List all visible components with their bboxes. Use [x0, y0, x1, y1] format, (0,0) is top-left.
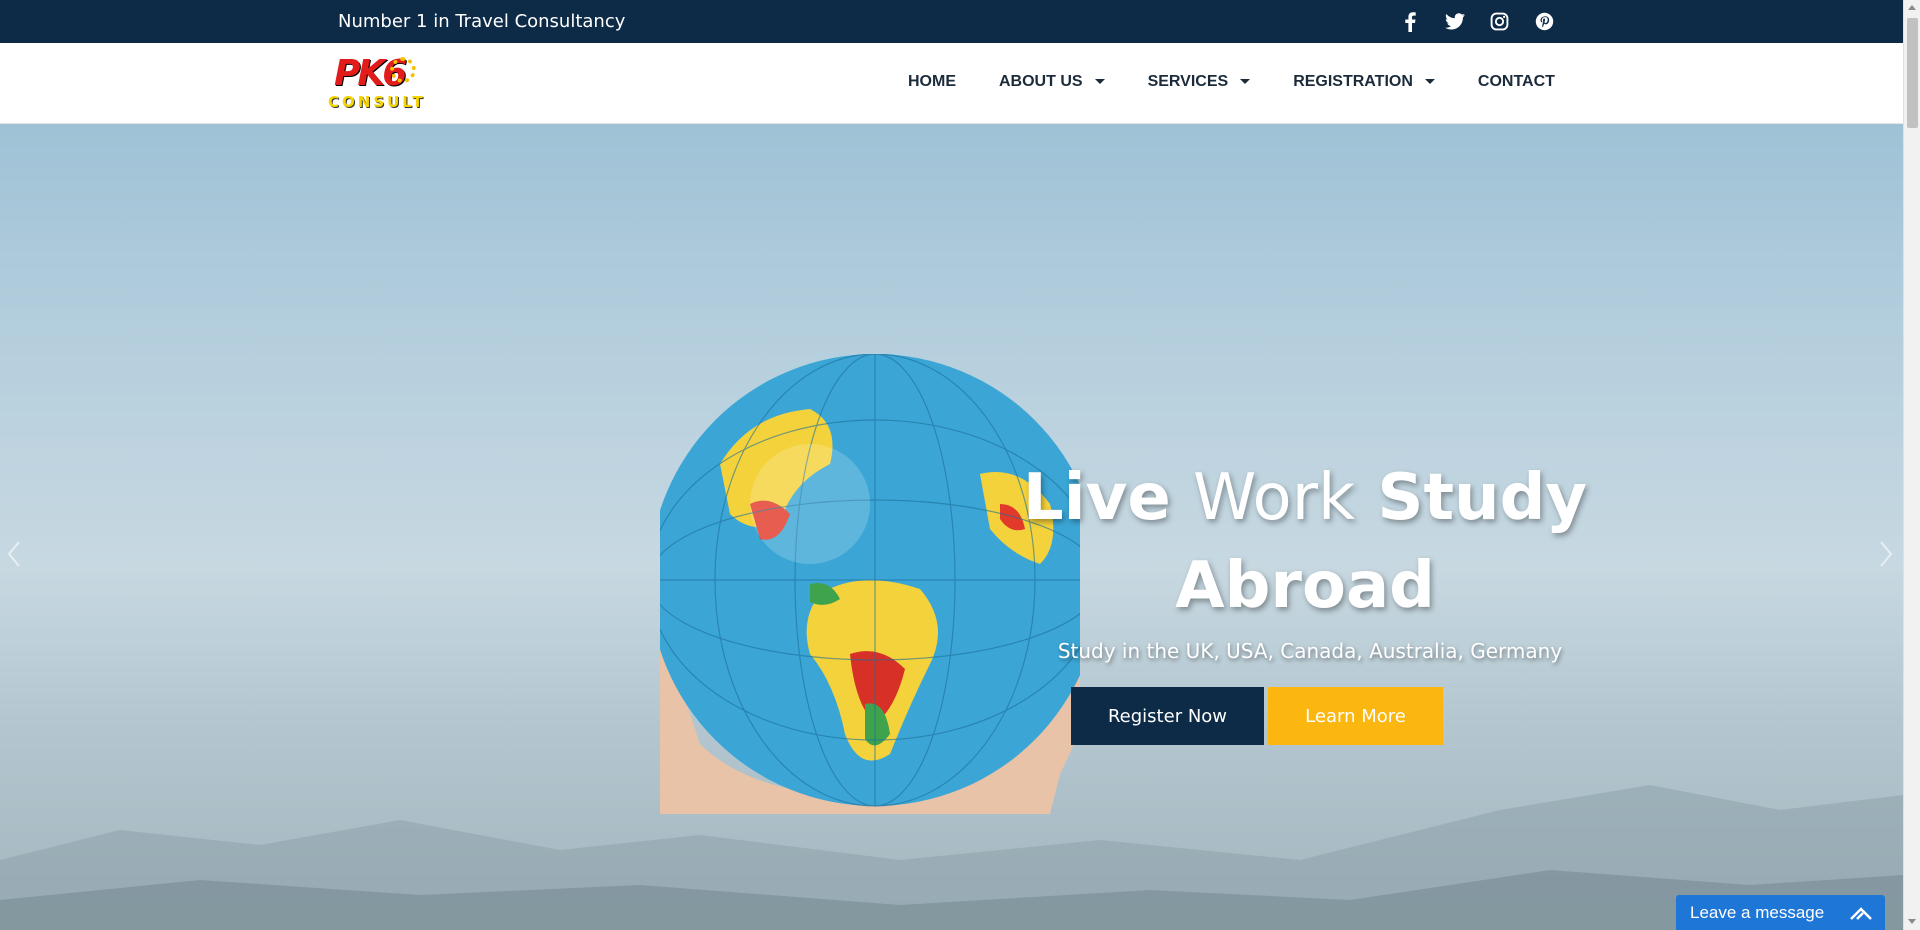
- caret-down-icon: [1424, 78, 1435, 84]
- twitter-link[interactable]: [1441, 8, 1468, 35]
- logo-subtext: CONSULT: [328, 93, 426, 111]
- hero-slider: Live Work Study Abroad Study in the UK, …: [0, 124, 1903, 930]
- twitter-icon: [1444, 13, 1465, 30]
- caret-down-icon: [1240, 78, 1251, 84]
- main-navbar: PK6 CONSULT HOME ABOUT US SERVICES REGIS…: [0, 43, 1903, 124]
- caret-down-icon: [1094, 78, 1105, 84]
- scroll-up-arrow-icon[interactable]: [1908, 5, 1916, 10]
- scrollbar-thumb[interactable]: [1907, 18, 1918, 128]
- tagline: Number 1 in Travel Consultancy: [338, 11, 626, 32]
- pinterest-icon: [1535, 12, 1554, 31]
- nav-item-label: CONTACT: [1477, 73, 1555, 90]
- social-links: [1396, 8, 1558, 35]
- chevron-right-icon: [1880, 541, 1893, 567]
- nav-item-home[interactable]: HOME: [908, 73, 956, 91]
- facebook-link[interactable]: [1396, 8, 1423, 35]
- register-now-button[interactable]: Register Now: [1071, 687, 1264, 745]
- facebook-icon: [1404, 11, 1416, 32]
- leave-message-chat-widget[interactable]: Leave a message: [1676, 895, 1885, 930]
- nav-item-label: REGISTRATION: [1293, 73, 1413, 90]
- nav-item-label: ABOUT US: [999, 73, 1083, 90]
- headline-word: Work: [1193, 461, 1356, 535]
- instagram-icon: [1490, 12, 1509, 31]
- top-bar: Number 1 in Travel Consultancy: [0, 0, 1903, 43]
- hero-headline: Live Work Study Abroad: [1000, 454, 1610, 630]
- page-scrollbar[interactable]: [1903, 0, 1920, 930]
- chat-widget-label: Leave a message: [1690, 902, 1825, 922]
- maximize-icon: [1850, 906, 1872, 920]
- sun-icon: [390, 57, 416, 83]
- nav-menu: HOME ABOUT US SERVICES REGISTRATION CONT…: [908, 73, 1555, 91]
- headline-word: Live: [1022, 461, 1171, 535]
- nav-item-services[interactable]: SERVICES: [1148, 73, 1251, 91]
- scroll-down-arrow-icon[interactable]: [1908, 919, 1916, 924]
- nav-item-label: HOME: [908, 73, 956, 90]
- chevron-left-icon: [7, 541, 20, 567]
- headline-word: Study: [1377, 461, 1588, 535]
- learn-more-button[interactable]: Learn More: [1268, 687, 1443, 745]
- nav-item-registration[interactable]: REGISTRATION: [1293, 73, 1435, 91]
- nav-item-about-us[interactable]: ABOUT US: [999, 73, 1105, 91]
- instagram-link[interactable]: [1486, 8, 1513, 35]
- hero-subtitle: Study in the UK, USA, Canada, Australia,…: [1057, 639, 1563, 663]
- carousel-next-button[interactable]: [1876, 534, 1896, 574]
- nav-item-label: SERVICES: [1147, 73, 1229, 90]
- pinterest-link[interactable]: [1531, 8, 1558, 35]
- headline-word: Abroad: [1175, 549, 1435, 623]
- carousel-prev-button[interactable]: [4, 534, 24, 574]
- pk6-consult-logo[interactable]: PK6 CONSULT: [328, 53, 432, 113]
- nav-item-contact[interactable]: CONTACT: [1478, 73, 1555, 91]
